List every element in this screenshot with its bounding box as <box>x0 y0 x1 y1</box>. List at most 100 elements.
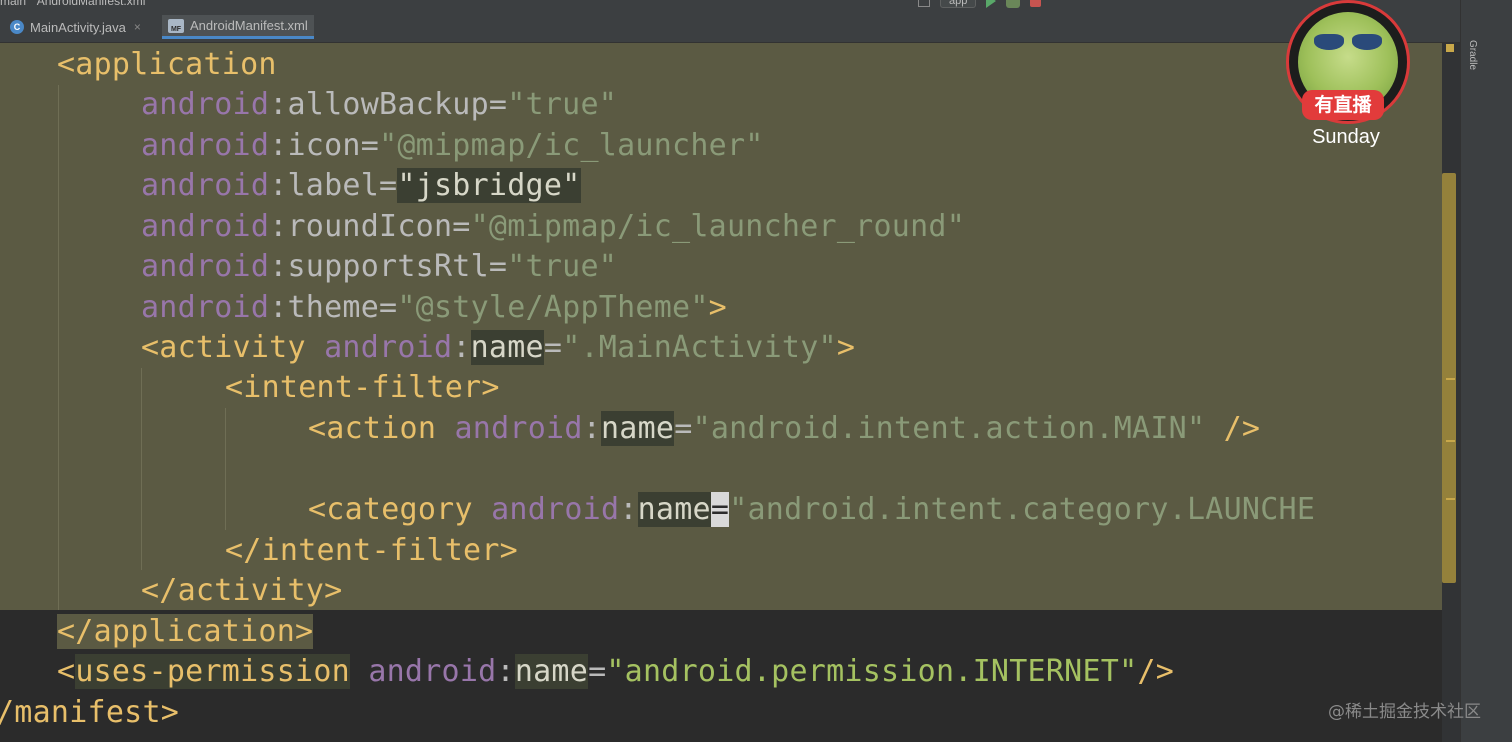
xml-colon: : <box>582 411 601 446</box>
xml-equals: = <box>543 330 563 365</box>
hammer-icon[interactable] <box>918 0 930 7</box>
tab-mainactivity-java[interactable]: C MainActivity.java × <box>4 15 147 39</box>
xml-value: "android.intent.category.LAUNCHE <box>729 492 1316 527</box>
caret-row-end <box>313 614 332 649</box>
xml-namespace: android <box>454 411 583 446</box>
highlight-marker <box>1446 440 1455 442</box>
code-line: android:label="jsbridge" <box>141 166 581 206</box>
xml-equals: = <box>588 654 607 689</box>
code-line: <uses-permission android:name="android.p… <box>57 652 1174 692</box>
highlight-marker <box>1446 498 1455 500</box>
xml-namespace: android <box>324 330 453 365</box>
xml-value: "@mipmap/ic_launcher" <box>379 128 764 163</box>
warning-marker[interactable] <box>1446 44 1454 52</box>
xml-attribute: name <box>470 330 544 365</box>
xml-namespace: android <box>141 290 270 325</box>
tab-label: MainActivity.java <box>30 19 126 35</box>
xml-tag: <category <box>308 492 473 527</box>
highlight-marker <box>1446 378 1455 380</box>
xml-bracket: > <box>708 290 727 325</box>
tab-label: AndroidManifest.xml <box>190 18 308 33</box>
xml-namespace: android <box>141 168 270 203</box>
xml-colon: : <box>496 654 515 689</box>
xml-value: "jsbridge" <box>397 168 581 203</box>
xml-namespace: android <box>368 654 497 689</box>
xml-attribute: :label= <box>269 168 398 203</box>
xml-attribute: :theme= <box>269 290 398 325</box>
xml-value: "@style/AppTheme" <box>397 290 709 325</box>
xml-namespace: android <box>491 492 620 527</box>
indent-guide <box>58 85 59 610</box>
xml-file-icon: MF <box>168 18 184 33</box>
xml-attribute: :allowBackup= <box>269 87 508 122</box>
indent-guide <box>141 368 142 570</box>
xml-equals: = <box>674 411 693 446</box>
xml-tag: /manifest> <box>0 695 180 730</box>
code-line: </application> <box>57 612 332 652</box>
code-line: android:icon="@mipmap/ic_launcher" <box>141 126 764 166</box>
xml-tag: <application <box>57 47 277 82</box>
watermark: @稀土掘金技术社区 <box>1328 702 1481 722</box>
code-line: android:supportsRtl="true" <box>141 247 617 287</box>
xml-attribute: :icon= <box>269 128 380 163</box>
xml-tag: </application> <box>57 614 314 649</box>
xml-value: "@mipmap/ic_launcher_round" <box>470 209 966 244</box>
xml-colon: : <box>619 492 638 527</box>
xml-tag: </intent-filter> <box>225 533 518 568</box>
xml-colon: : <box>452 330 471 365</box>
xml-tag: <activity <box>141 330 306 365</box>
xml-bracket: /> <box>1223 411 1261 446</box>
debug-icon[interactable] <box>1006 0 1021 8</box>
xml-namespace: android <box>141 209 270 244</box>
stop-icon[interactable] <box>1030 0 1042 7</box>
xml-attribute: name <box>601 411 675 446</box>
code-line: </intent-filter> <box>225 531 518 571</box>
code-line: <action android:name="android.intent.act… <box>308 409 1260 449</box>
code-line: <intent-filter> <box>225 368 500 408</box>
xml-value: "true" <box>507 87 618 122</box>
code-line: <category android:name="android.intent.c… <box>308 490 1315 530</box>
code-line: android:allowBackup="true" <box>141 85 617 125</box>
xml-bracket: > <box>836 330 856 365</box>
gradle-tool-tab[interactable]: Gradle <box>1462 40 1478 70</box>
streamer-name: Sunday <box>1312 126 1380 148</box>
tool-window-strip <box>1460 0 1512 742</box>
indent-guide <box>225 408 226 530</box>
close-icon[interactable]: × <box>134 20 141 34</box>
android-studio-window: main AndroidManifest.xml app C MainActiv… <box>0 0 1512 742</box>
xml-value: ".MainActivity" <box>562 330 837 365</box>
live-badge: 有直播 <box>1302 90 1384 120</box>
breadcrumb: main AndroidManifest.xml <box>0 0 153 8</box>
xml-attribute: :roundIcon= <box>269 209 471 244</box>
code-line: /manifest> <box>0 693 179 733</box>
xml-value: "android.intent.action.MAIN" <box>692 411 1206 446</box>
java-class-icon: C <box>10 20 24 34</box>
xml-attribute: name <box>514 654 589 689</box>
sunglasses-icon <box>1314 34 1382 50</box>
xml-tag: <action <box>308 411 437 446</box>
run-config-select[interactable]: app <box>940 0 977 8</box>
xml-namespace: android <box>141 128 270 163</box>
code-line: android:roundIcon="@mipmap/ic_launcher_r… <box>141 207 965 247</box>
xml-tag: <intent-filter> <box>225 370 500 405</box>
code-line: <activity android:name=".MainActivity"> <box>141 328 855 368</box>
code-line: android:theme="@style/AppTheme"> <box>141 288 727 328</box>
tab-androidmanifest-xml[interactable]: MF AndroidManifest.xml <box>162 15 314 39</box>
xml-bracket: < <box>57 654 76 689</box>
xml-namespace: android <box>141 87 270 122</box>
live-avatar[interactable]: 有直播 <box>1286 0 1410 130</box>
breadcrumb-item-manifest[interactable]: AndroidManifest.xml <box>37 0 146 8</box>
code-editor[interactable]: <application android:allowBackup="true" … <box>0 43 1442 742</box>
xml-value: "android.permission.INTERNET" <box>606 654 1138 689</box>
text-caret: = <box>710 492 730 527</box>
xml-tag: </activity> <box>141 573 343 608</box>
run-icon[interactable] <box>986 0 997 8</box>
code-line: <application <box>57 45 277 85</box>
xml-bracket: /> <box>1137 654 1175 689</box>
toolbar: app <box>918 0 1042 8</box>
xml-value: "true" <box>507 249 618 284</box>
editor-tab-bar: C MainActivity.java × MF AndroidManifest… <box>0 12 1460 43</box>
xml-tag: uses-permission <box>75 654 350 689</box>
breadcrumb-item-main[interactable]: main <box>0 0 26 8</box>
code-line: </activity> <box>141 571 342 611</box>
